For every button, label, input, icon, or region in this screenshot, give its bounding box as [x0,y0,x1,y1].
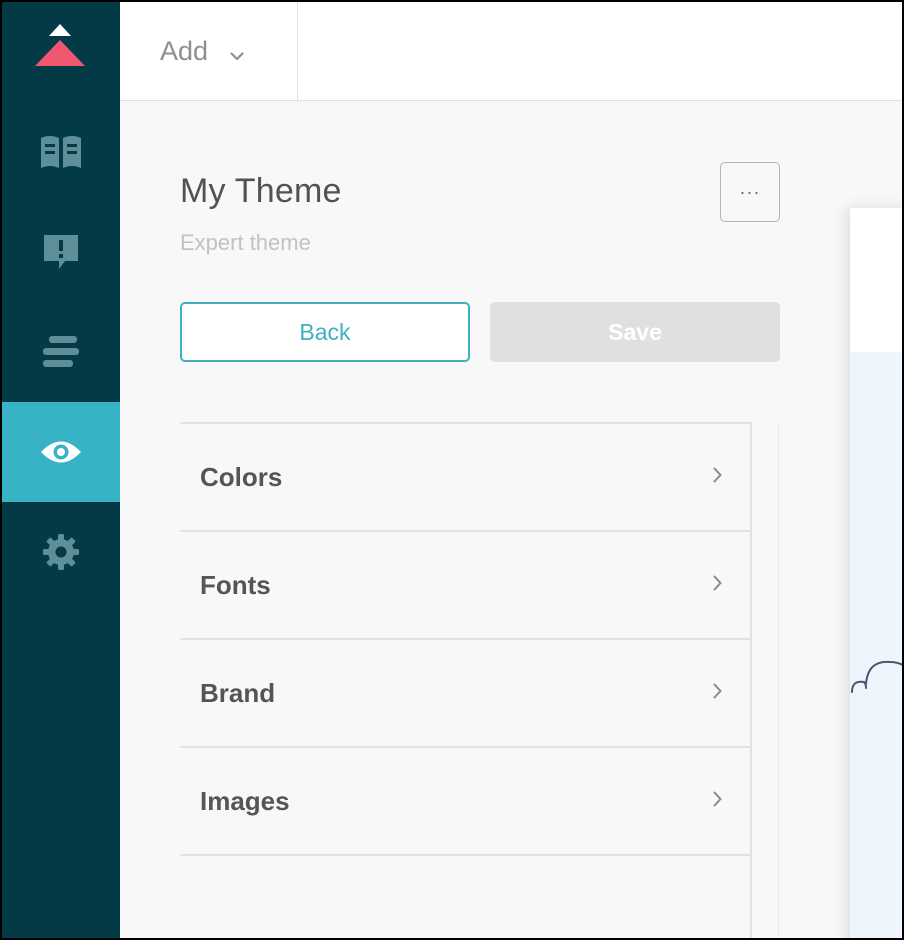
theme-settings-menu: Colors Fonts Brand Images [180,422,750,856]
page-title: My Theme [180,172,342,210]
list-icon [41,334,81,370]
menu-item-label: Colors [200,461,283,492]
menu-item-label: Fonts [200,569,271,600]
sidebar-item-preview[interactable] [2,402,120,502]
chevron-right-icon [713,683,722,704]
sidebar-item-content[interactable] [2,302,120,402]
scroll-track [778,422,779,938]
chevron-right-icon [713,467,722,488]
sidebar [2,2,120,938]
gear-icon [41,532,81,572]
menu-item-label: Brand [200,677,276,708]
page-subtitle: Expert theme [180,230,311,255]
panel-divider [750,422,752,938]
cloud-illustration [850,648,902,703]
save-button[interactable]: Save [490,302,780,362]
menu-item-brand[interactable]: Brand [180,640,750,748]
eye-icon [39,437,83,467]
theme-preview-pane [850,208,902,938]
add-label: Add [160,36,209,66]
preview-header [850,208,902,352]
more-options-button[interactable]: ··· [720,162,780,222]
sidebar-item-alerts[interactable] [2,202,120,302]
menu-item-images[interactable]: Images [180,748,750,856]
top-bar: Add [120,2,902,101]
chevron-right-icon [713,575,722,596]
sidebar-item-settings[interactable] [2,502,120,602]
menu-item-colors[interactable]: Colors [180,424,750,532]
add-dropdown-button[interactable]: Add [120,2,298,101]
menu-item-fonts[interactable]: Fonts [180,532,750,640]
more-icon: ··· [739,181,761,202]
chevron-down-icon [230,37,244,68]
menu-item-label: Images [200,785,290,816]
chevron-right-icon [713,791,722,812]
alert-icon [41,232,81,272]
book-icon [39,134,83,170]
app-logo[interactable] [2,2,120,102]
sidebar-item-knowledge-base[interactable] [2,102,120,202]
back-button[interactable]: Back [180,302,470,362]
app-window: Add My Theme Expert theme ··· Back Save … [2,2,902,938]
